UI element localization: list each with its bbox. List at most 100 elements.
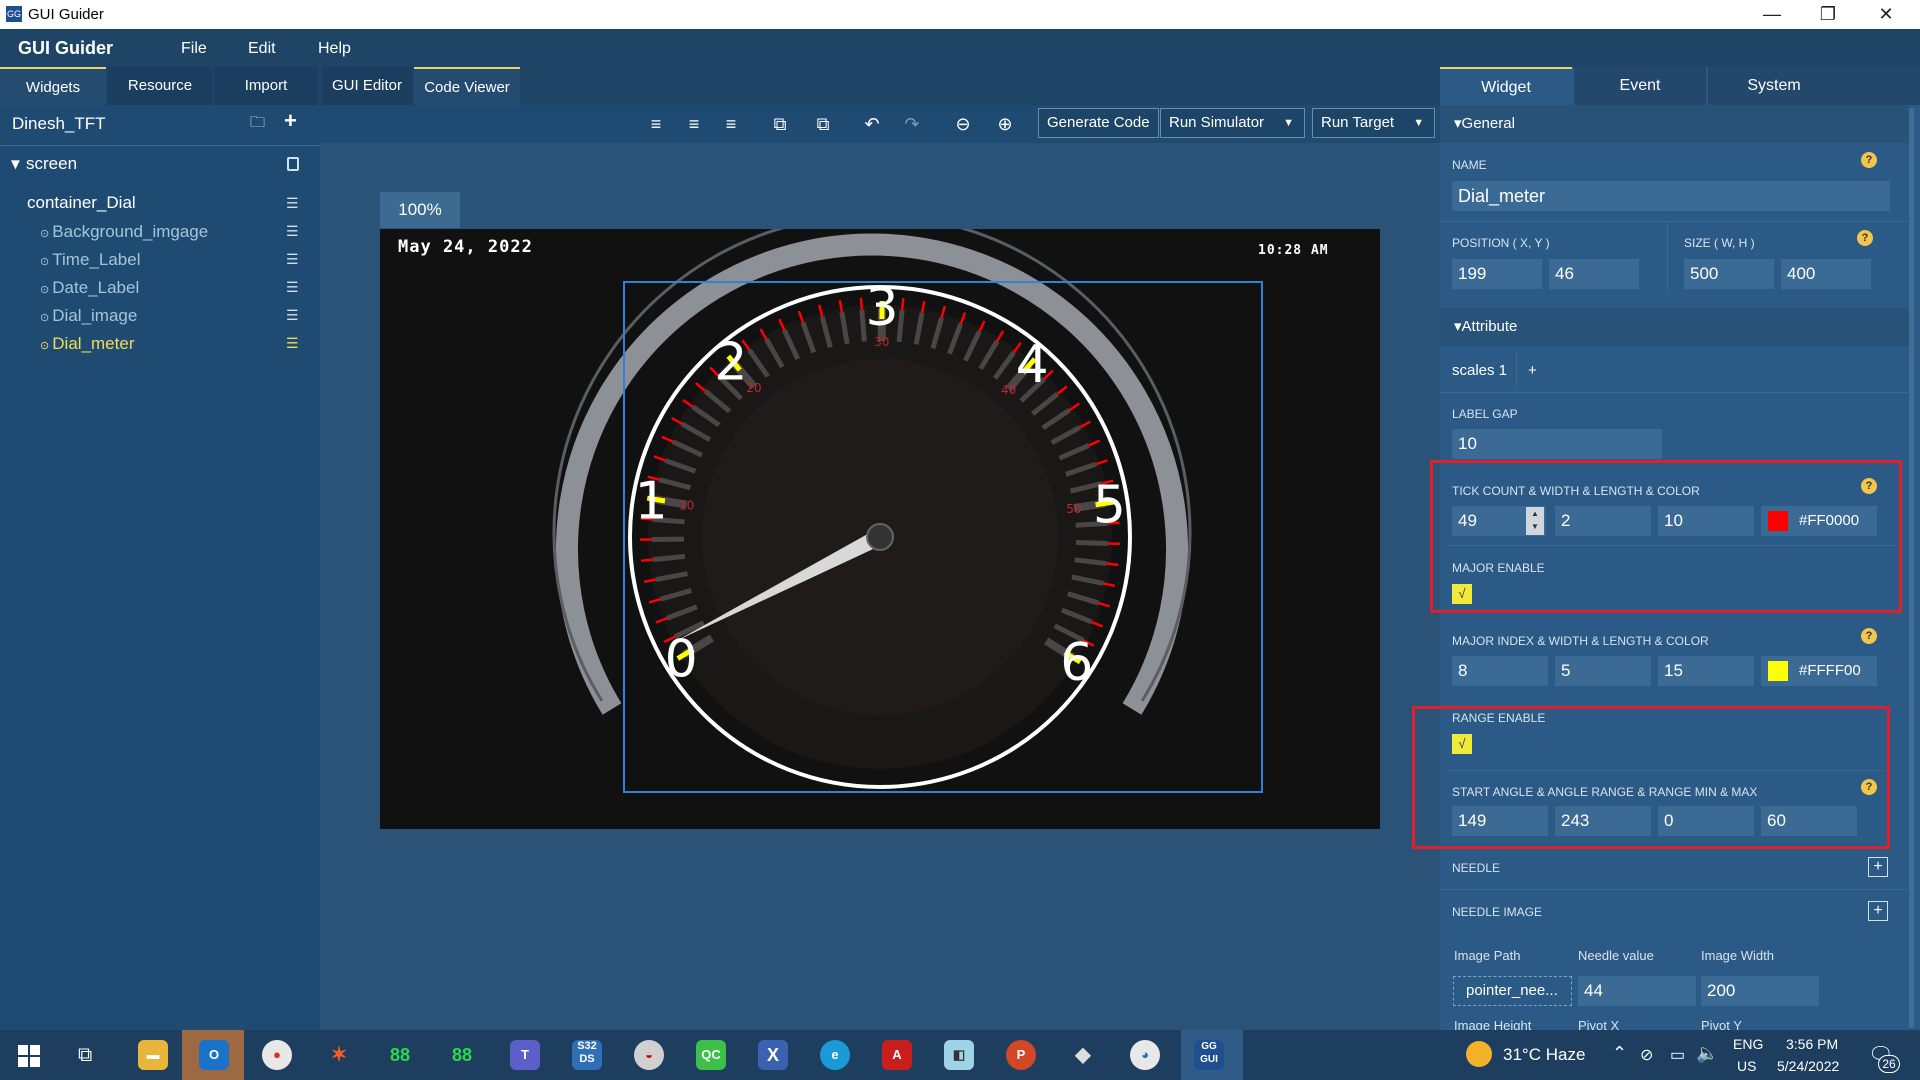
tree-item-time-label[interactable]: ⊙ Time_Label xyxy=(40,250,140,270)
volume-icon[interactable]: 🔈 xyxy=(1696,1043,1718,1064)
bring-front-icon[interactable]: ⧉ xyxy=(767,112,793,136)
menu-file[interactable]: File xyxy=(181,40,207,58)
major-index-field[interactable]: 8 xyxy=(1452,656,1548,686)
tick-length-field[interactable]: 10 xyxy=(1658,506,1754,536)
add-scale-button[interactable]: + xyxy=(1528,356,1537,386)
outlook-icon[interactable]: O xyxy=(199,1040,229,1070)
teams-icon[interactable]: T xyxy=(510,1040,540,1070)
list-icon[interactable]: ☰ xyxy=(286,279,304,295)
tree-container-dial[interactable]: container_Dial xyxy=(27,193,136,213)
tab-event[interactable]: Event xyxy=(1574,67,1706,105)
close-button[interactable]: ✕ xyxy=(1866,3,1906,27)
help-icon[interactable]: ? xyxy=(1861,779,1877,795)
add-needle-image-button[interactable]: + xyxy=(1868,901,1888,921)
clock-time[interactable]: 3:56 PM xyxy=(1786,1036,1838,1052)
app-star-icon[interactable]: ✶ xyxy=(324,1040,354,1070)
section-general[interactable]: ▾General xyxy=(1440,105,1910,143)
start-angle-field[interactable]: 149 xyxy=(1452,806,1548,836)
powerpoint-icon[interactable]: P xyxy=(1006,1040,1036,1070)
range-max-field[interactable]: 60 xyxy=(1761,806,1857,836)
tab-import[interactable]: Import xyxy=(214,67,318,105)
zoom-in-icon[interactable]: ⊕ xyxy=(992,112,1018,136)
app-diamond-icon[interactable]: ◆ xyxy=(1068,1040,1098,1070)
minimize-button[interactable]: — xyxy=(1752,3,1792,27)
tree-item-dial-image[interactable]: ⊙ Dial_image xyxy=(40,306,137,326)
tab-resource[interactable]: Resource xyxy=(108,67,212,105)
help-icon[interactable]: ? xyxy=(1861,478,1877,494)
major-width-field[interactable]: 5 xyxy=(1555,656,1651,686)
tree-screen[interactable]: screen xyxy=(26,154,77,174)
run-target-button[interactable]: Run Target ▼ xyxy=(1312,108,1436,138)
tree-item-background[interactable]: ⊙ Background_imgage xyxy=(40,222,208,242)
scales-tab[interactable]: scales 1 xyxy=(1452,356,1512,386)
network-icon[interactable]: ⊘ xyxy=(1640,1045,1653,1065)
add-screen-icon[interactable]: + xyxy=(284,108,297,134)
image-path-field[interactable]: pointer_nee... xyxy=(1453,976,1572,1006)
undo-icon[interactable]: ↶ xyxy=(859,112,885,136)
pos-y-field[interactable]: 46 xyxy=(1549,259,1639,289)
tab-gui-editor[interactable]: GUI Editor xyxy=(322,67,412,105)
restore-button[interactable]: ❐ xyxy=(1808,3,1848,27)
paint-icon[interactable]: ◕ xyxy=(1130,1040,1160,1070)
tab-code-viewer[interactable]: Code Viewer xyxy=(414,67,520,105)
major-color-swatch[interactable] xyxy=(1768,661,1788,681)
tree-item-date-label[interactable]: ⊙ Date_Label xyxy=(40,278,139,298)
size-h-field[interactable]: 400 xyxy=(1781,259,1871,289)
tick-width-field[interactable]: 2 xyxy=(1555,506,1651,536)
tick-color-swatch[interactable] xyxy=(1768,511,1788,531)
caret-down-icon[interactable]: ▼ xyxy=(8,156,23,173)
align-right-icon[interactable]: ≡ xyxy=(718,112,744,136)
app-88-icon[interactable]: 88 xyxy=(385,1040,415,1070)
tab-widgets[interactable]: Widgets xyxy=(0,67,106,105)
task-view-icon[interactable]: ⧉ xyxy=(78,1044,92,1067)
app-x-icon[interactable]: X xyxy=(758,1040,788,1070)
range-enable-checkbox[interactable]: √ xyxy=(1452,734,1472,754)
list-icon[interactable]: ☰ xyxy=(286,307,304,323)
name-field[interactable]: Dial_meter xyxy=(1452,181,1890,211)
section-attribute[interactable]: ▾Attribute xyxy=(1440,308,1910,346)
help-icon[interactable]: ? xyxy=(1857,230,1873,246)
lang-eng[interactable]: ENG xyxy=(1733,1036,1763,1052)
file-explorer-icon[interactable]: ▬ xyxy=(138,1040,168,1070)
align-left-icon[interactable]: ≡ xyxy=(643,112,669,136)
redo-icon[interactable]: ↷ xyxy=(899,112,925,136)
major-enable-checkbox[interactable]: √ xyxy=(1452,584,1472,604)
lang-us[interactable]: US xyxy=(1737,1058,1756,1074)
list-icon[interactable]: ☰ xyxy=(286,223,304,239)
screen-copy-icon[interactable] xyxy=(287,157,299,171)
zoom-out-icon[interactable]: ⊖ xyxy=(950,112,976,136)
needle-value-field[interactable]: 44 xyxy=(1578,976,1696,1006)
folder-icon[interactable]: 🗀 xyxy=(250,112,268,131)
scrollbar[interactable] xyxy=(1909,108,1914,1028)
angle-range-field[interactable]: 243 xyxy=(1555,806,1651,836)
menu-edit[interactable]: Edit xyxy=(248,40,276,58)
tab-widget[interactable]: Widget xyxy=(1440,67,1572,105)
edge-icon[interactable]: e xyxy=(820,1040,850,1070)
spinner-icon[interactable]: ▲ ▼ xyxy=(1526,507,1544,535)
acrobat-icon[interactable]: A xyxy=(882,1040,912,1070)
help-icon[interactable]: ? xyxy=(1861,152,1877,168)
design-screen[interactable]: May 24, 2022 10:28 AM 0 1 2 3 4 5 6 10 20 30 40 50 xyxy=(380,229,1380,829)
menu-help[interactable]: Help xyxy=(318,40,351,58)
list-icon[interactable]: ☰ xyxy=(286,251,304,267)
clock-date[interactable]: 5/24/2022 xyxy=(1777,1058,1839,1074)
list-icon[interactable]: ☰ xyxy=(286,335,304,351)
run-simulator-button[interactable]: Run Simulator ▼ xyxy=(1160,108,1306,138)
battery-icon[interactable]: ▭ xyxy=(1670,1045,1685,1065)
image-width-field[interactable]: 200 xyxy=(1701,976,1819,1006)
app-88-icon[interactable]: 88 xyxy=(447,1040,477,1070)
gui-guider-icon[interactable]: GG GUI xyxy=(1194,1040,1224,1070)
weather-icon[interactable] xyxy=(1466,1041,1492,1067)
weather-text[interactable]: 31°C Haze xyxy=(1503,1045,1585,1065)
chevron-up-icon[interactable]: ⌃ xyxy=(1612,1043,1627,1064)
s32ds-icon[interactable]: S32 DS xyxy=(572,1040,602,1070)
range-min-field[interactable]: 0 xyxy=(1658,806,1754,836)
tab-system[interactable]: System xyxy=(1708,67,1840,105)
generate-code-button[interactable]: Generate Code xyxy=(1038,108,1159,138)
major-length-field[interactable]: 15 xyxy=(1658,656,1754,686)
app-ball-icon[interactable]: ◒ xyxy=(634,1040,664,1070)
help-icon[interactable]: ? xyxy=(1861,628,1877,644)
tree-item-dial-meter[interactable]: ⊙ Dial_meter xyxy=(40,334,134,354)
label-gap-field[interactable]: 10 xyxy=(1452,429,1662,459)
list-icon[interactable]: ☰ xyxy=(286,195,304,211)
